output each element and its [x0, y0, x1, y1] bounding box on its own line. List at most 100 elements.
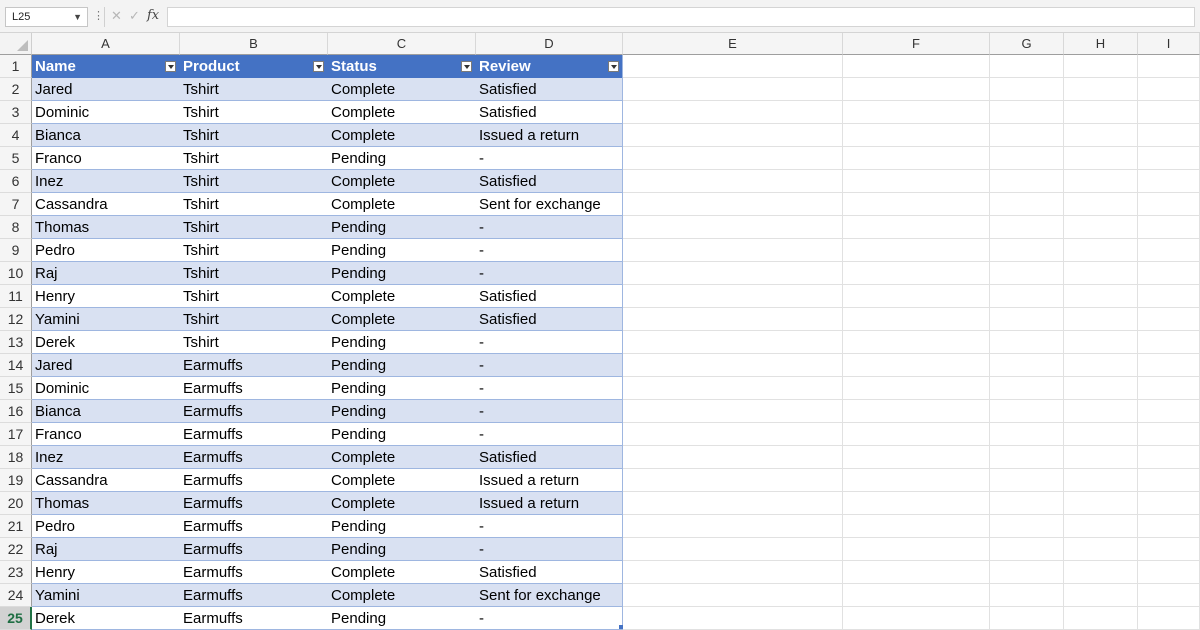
table-cell[interactable]: Henry	[32, 285, 180, 308]
table-cell[interactable]: Sent for exchange	[476, 193, 623, 216]
filter-dropdown-icon[interactable]	[608, 61, 619, 72]
table-cell[interactable]: Satisfied	[476, 170, 623, 193]
empty-cell[interactable]	[1064, 607, 1138, 630]
empty-cell[interactable]	[1138, 331, 1200, 354]
empty-cell[interactable]	[623, 55, 843, 78]
empty-cell[interactable]	[843, 239, 990, 262]
table-cell[interactable]: -	[476, 538, 623, 561]
row-header[interactable]: 16	[0, 400, 32, 423]
row-header[interactable]: 25	[0, 607, 32, 630]
table-cell[interactable]: Earmuffs	[180, 584, 328, 607]
table-cell[interactable]: Pending	[328, 377, 476, 400]
insert-function-icon[interactable]: fx	[147, 8, 159, 23]
row-header[interactable]: 9	[0, 239, 32, 262]
empty-cell[interactable]	[623, 607, 843, 630]
empty-cell[interactable]	[843, 492, 990, 515]
row-header[interactable]: 1	[0, 55, 32, 78]
table-cell[interactable]: Pending	[328, 538, 476, 561]
filter-dropdown-icon[interactable]	[313, 61, 324, 72]
table-header-cell[interactable]: Name	[32, 55, 180, 78]
table-cell[interactable]: Raj	[32, 262, 180, 285]
table-header-cell[interactable]: Status	[328, 55, 476, 78]
table-cell[interactable]: Pending	[328, 515, 476, 538]
column-header-d[interactable]: D	[476, 33, 623, 55]
empty-cell[interactable]	[1064, 492, 1138, 515]
table-cell[interactable]: Issued a return	[476, 124, 623, 147]
empty-cell[interactable]	[843, 538, 990, 561]
empty-cell[interactable]	[990, 239, 1064, 262]
empty-cell[interactable]	[1138, 492, 1200, 515]
empty-cell[interactable]	[843, 400, 990, 423]
empty-cell[interactable]	[623, 377, 843, 400]
table-cell[interactable]: Tshirt	[180, 239, 328, 262]
empty-cell[interactable]	[843, 101, 990, 124]
empty-cell[interactable]	[990, 331, 1064, 354]
empty-cell[interactable]	[843, 354, 990, 377]
empty-cell[interactable]	[1138, 193, 1200, 216]
table-cell[interactable]: Dominic	[32, 377, 180, 400]
row-header[interactable]: 18	[0, 446, 32, 469]
row-header[interactable]: 14	[0, 354, 32, 377]
table-cell[interactable]: Complete	[328, 101, 476, 124]
empty-cell[interactable]	[1138, 423, 1200, 446]
table-cell[interactable]: -	[476, 216, 623, 239]
empty-cell[interactable]	[623, 147, 843, 170]
empty-cell[interactable]	[843, 469, 990, 492]
empty-cell[interactable]	[990, 78, 1064, 101]
empty-cell[interactable]	[623, 308, 843, 331]
row-header[interactable]: 10	[0, 262, 32, 285]
empty-cell[interactable]	[623, 285, 843, 308]
empty-cell[interactable]	[1138, 55, 1200, 78]
column-header-g[interactable]: G	[990, 33, 1064, 55]
table-cell[interactable]: Pending	[328, 147, 476, 170]
name-box[interactable]: L25 ▼	[5, 7, 88, 27]
formula-input[interactable]	[167, 7, 1195, 27]
empty-cell[interactable]	[843, 147, 990, 170]
empty-cell[interactable]	[623, 400, 843, 423]
table-cell[interactable]: Earmuffs	[180, 423, 328, 446]
empty-cell[interactable]	[843, 55, 990, 78]
cancel-icon[interactable]: ✕	[111, 8, 122, 24]
table-cell[interactable]: Earmuffs	[180, 607, 328, 630]
filter-dropdown-icon[interactable]	[461, 61, 472, 72]
row-header[interactable]: 2	[0, 78, 32, 101]
table-cell[interactable]: Pedro	[32, 515, 180, 538]
empty-cell[interactable]	[1138, 170, 1200, 193]
empty-cell[interactable]	[1064, 423, 1138, 446]
empty-cell[interactable]	[843, 193, 990, 216]
empty-cell[interactable]	[1138, 101, 1200, 124]
empty-cell[interactable]	[1138, 239, 1200, 262]
empty-cell[interactable]	[1064, 262, 1138, 285]
table-cell[interactable]: Tshirt	[180, 147, 328, 170]
table-cell[interactable]: Derek	[32, 331, 180, 354]
table-cell[interactable]: Tshirt	[180, 331, 328, 354]
empty-cell[interactable]	[990, 400, 1064, 423]
empty-cell[interactable]	[1064, 446, 1138, 469]
table-header-cell[interactable]: Product	[180, 55, 328, 78]
row-header[interactable]: 7	[0, 193, 32, 216]
empty-cell[interactable]	[843, 262, 990, 285]
table-cell[interactable]: Earmuffs	[180, 400, 328, 423]
empty-cell[interactable]	[1064, 561, 1138, 584]
empty-cell[interactable]	[1064, 170, 1138, 193]
empty-cell[interactable]	[843, 607, 990, 630]
column-header-c[interactable]: C	[328, 33, 476, 55]
empty-cell[interactable]	[990, 423, 1064, 446]
table-cell[interactable]: -	[476, 147, 623, 170]
row-header[interactable]: 20	[0, 492, 32, 515]
table-cell[interactable]: Complete	[328, 584, 476, 607]
table-cell[interactable]: Earmuffs	[180, 515, 328, 538]
empty-cell[interactable]	[843, 170, 990, 193]
empty-cell[interactable]	[990, 561, 1064, 584]
empty-cell[interactable]	[623, 515, 843, 538]
table-cell[interactable]: Earmuffs	[180, 354, 328, 377]
empty-cell[interactable]	[990, 607, 1064, 630]
table-cell[interactable]: Complete	[328, 308, 476, 331]
table-cell[interactable]: Cassandra	[32, 469, 180, 492]
table-cell[interactable]: Tshirt	[180, 285, 328, 308]
table-cell[interactable]: Satisfied	[476, 561, 623, 584]
table-cell[interactable]: Dominic	[32, 101, 180, 124]
empty-cell[interactable]	[1138, 308, 1200, 331]
empty-cell[interactable]	[990, 492, 1064, 515]
table-cell[interactable]: Issued a return	[476, 469, 623, 492]
